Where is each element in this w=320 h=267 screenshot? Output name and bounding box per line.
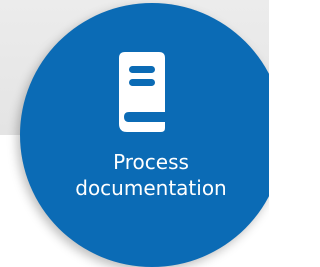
tile-label: Process documentation [46,149,256,201]
process-documentation-circle-button[interactable] [20,3,269,267]
tile-label-line1: Process [113,150,189,174]
process-documentation-tile[interactable]: Process documentation [0,0,269,267]
book-icon [119,52,165,132]
tile-label-line2: documentation [75,176,227,200]
